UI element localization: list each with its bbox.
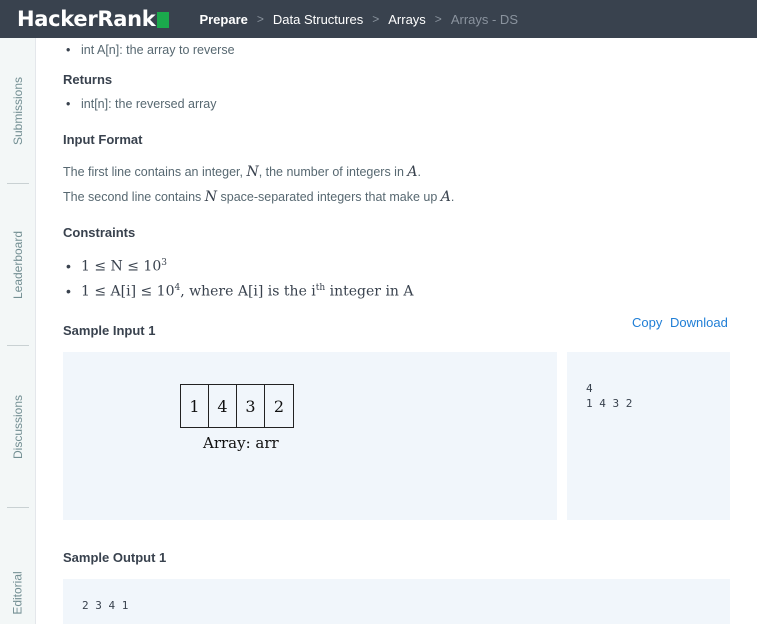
- exponent: 3: [161, 258, 167, 268]
- download-link[interactable]: Download: [670, 315, 728, 330]
- tab-submissions[interactable]: Submissions: [0, 38, 36, 183]
- constraint-2: 1 ≤ A[i] ≤ 104, where A[i] is the ith in…: [66, 283, 414, 300]
- array-cell: 1: [181, 385, 209, 427]
- tab-submissions-label: Submissions: [11, 76, 25, 145]
- input-format-line-2: The second line contains N space-separat…: [63, 189, 454, 205]
- breadcrumb-prepare[interactable]: Prepare: [199, 12, 247, 27]
- text: .: [417, 165, 421, 179]
- param-bullet: int A[n]: the array to reverse: [66, 43, 235, 57]
- array-diagram: 1 4 3 2: [180, 384, 294, 428]
- breadcrumb-data-structures[interactable]: Data Structures: [273, 12, 363, 27]
- logo-square-icon: [157, 11, 170, 28]
- sample-input-heading: Sample Input 1: [63, 323, 156, 338]
- returns-heading: Returns: [63, 72, 113, 87]
- text: space-separated integers that make up: [217, 190, 441, 204]
- breadcrumb-arrays[interactable]: Arrays: [388, 12, 426, 27]
- constraint-text: integer in A: [325, 283, 414, 300]
- tab-leaderboard-label: Leaderboard: [11, 230, 25, 299]
- copy-link[interactable]: Copy: [632, 315, 662, 330]
- text: , the number of integers in: [258, 165, 408, 179]
- tab-leaderboard[interactable]: Leaderboard: [0, 184, 36, 345]
- breadcrumb-current: Arrays - DS: [450, 11, 518, 27]
- math-var: N: [246, 164, 259, 180]
- superscript: th: [315, 283, 326, 293]
- input-format-heading: Input Format: [63, 132, 143, 147]
- vertical-tab-bar: Submissions Leaderboard Discussions Edit…: [0, 38, 36, 624]
- array-caption: Array: arr: [203, 434, 279, 452]
- hackerrank-logo[interactable]: HackerRank: [17, 7, 170, 31]
- chevron-right-icon: >: [372, 12, 380, 26]
- constraint-text: 1 ≤ N ≤ 10: [81, 258, 162, 275]
- sample-input-code-panel: 4 1 4 3 2: [567, 352, 730, 520]
- sample-output-code: 2 3 4 1: [82, 599, 129, 612]
- constraint-text: 1 ≤ A[i] ≤ 10: [81, 283, 175, 300]
- tab-discussions[interactable]: Discussions: [0, 346, 36, 507]
- top-navbar: HackerRank Prepare > Data Structures > A…: [0, 0, 757, 38]
- array-cell: 4: [209, 385, 237, 427]
- text: The second line contains: [63, 190, 205, 204]
- breadcrumb: Prepare > Data Structures > Arrays > Arr…: [199, 12, 518, 27]
- tab-editorial-label: Editorial: [11, 571, 26, 615]
- math-var: N: [204, 189, 218, 205]
- array-cell: 3: [237, 385, 265, 427]
- returns-bullet: int[n]: the reversed array: [66, 97, 217, 111]
- logo-text: HackerRank: [17, 7, 156, 31]
- math-var: A: [440, 189, 451, 205]
- input-format-line-1: The first line contains an integer, N, t…: [63, 164, 421, 180]
- sample-input-code: 4 1 4 3 2: [586, 382, 633, 410]
- sample-output-heading: Sample Output 1: [63, 550, 167, 565]
- chevron-right-icon: >: [434, 12, 442, 26]
- constraint-text: , where A[i] is the i: [180, 283, 316, 300]
- chevron-right-icon: >: [256, 12, 264, 26]
- text: The first line contains an integer,: [63, 165, 247, 179]
- sample-output-code-panel: 2 3 4 1: [63, 579, 730, 624]
- array-cell: 2: [273, 396, 285, 416]
- divider: [7, 507, 29, 508]
- constraint-1: 1 ≤ N ≤ 103: [66, 258, 167, 275]
- tab-discussions-label: Discussions: [11, 394, 25, 459]
- constraints-heading: Constraints: [63, 225, 136, 240]
- tab-editorial[interactable]: Editorial: [0, 538, 36, 624]
- text: .: [450, 190, 455, 204]
- sample-input-diagram-panel: 1 4 3 2 Array: arr: [63, 352, 557, 520]
- math-var: A: [407, 164, 418, 180]
